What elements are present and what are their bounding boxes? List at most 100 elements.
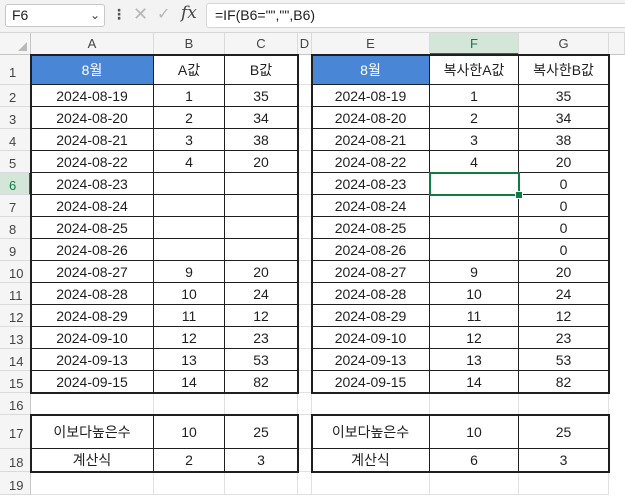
data-cell[interactable] — [154, 195, 225, 217]
cell[interactable] — [298, 85, 312, 107]
cell[interactable] — [298, 217, 312, 239]
row-header-8[interactable]: 8 — [0, 217, 31, 239]
cell[interactable] — [298, 261, 312, 283]
data-cell[interactable]: 2024-08-23 — [312, 173, 430, 195]
summary-cell-right[interactable]: 25 — [519, 415, 609, 449]
data-cell[interactable]: 2 — [430, 107, 519, 129]
summary-cell-left[interactable]: 계산식 — [31, 449, 154, 472]
cell[interactable] — [312, 472, 430, 495]
data-cell[interactable]: 2024-08-23 — [31, 173, 154, 195]
summary-cell-left[interactable]: 10 — [154, 415, 225, 449]
data-cell[interactable]: 24 — [519, 283, 609, 305]
cell[interactable] — [298, 129, 312, 151]
cell[interactable] — [519, 472, 609, 495]
cell[interactable] — [225, 393, 298, 415]
data-cell[interactable]: 2 — [154, 107, 225, 129]
data-cell[interactable]: 2024-08-27 — [31, 261, 154, 283]
row-header-10[interactable]: 10 — [0, 261, 31, 283]
data-cell[interactable]: 2024-08-29 — [312, 305, 430, 327]
cell[interactable] — [298, 239, 312, 261]
row-header-6[interactable]: 6 — [0, 173, 31, 195]
data-cell[interactable]: 2024-08-28 — [312, 283, 430, 305]
cell[interactable] — [225, 472, 298, 495]
cell[interactable] — [312, 393, 430, 415]
data-cell[interactable]: 2024-08-20 — [31, 107, 154, 129]
data-cell[interactable]: 2024-08-25 — [31, 217, 154, 239]
data-cell[interactable]: 82 — [519, 371, 609, 393]
data-cell[interactable]: 2024-08-20 — [312, 107, 430, 129]
data-cell[interactable]: 2024-08-28 — [31, 283, 154, 305]
enter-icon[interactable]: ✓ — [157, 4, 170, 24]
data-cell[interactable]: 34 — [225, 107, 298, 129]
name-box[interactable]: F6 ⌄ — [5, 4, 105, 27]
data-cell[interactable]: 13 — [430, 349, 519, 371]
cell[interactable] — [298, 305, 312, 327]
data-cell[interactable]: 20 — [519, 151, 609, 173]
row-header-19[interactable]: 19 — [0, 472, 31, 495]
data-cell[interactable]: 1 — [154, 85, 225, 107]
row-header-11[interactable]: 11 — [0, 283, 31, 305]
row-header-5[interactable]: 5 — [0, 151, 31, 173]
data-cell[interactable] — [154, 239, 225, 261]
data-cell[interactable]: 2024-08-26 — [31, 239, 154, 261]
data-cell[interactable]: 0 — [519, 173, 609, 195]
data-cell[interactable]: 10 — [430, 283, 519, 305]
row-header-13[interactable]: 13 — [0, 327, 31, 349]
data-cell[interactable]: 12 — [225, 305, 298, 327]
data-cell[interactable]: 4 — [154, 151, 225, 173]
column-header-e[interactable]: E — [312, 33, 430, 55]
row-header-12[interactable]: 12 — [0, 305, 31, 327]
data-cell[interactable]: 34 — [519, 107, 609, 129]
data-cell[interactable]: 2024-09-15 — [31, 371, 154, 393]
data-cell[interactable]: 13 — [154, 349, 225, 371]
header-cell-left[interactable]: B값 — [225, 55, 298, 85]
cell[interactable] — [298, 283, 312, 305]
data-cell[interactable]: 12 — [154, 327, 225, 349]
data-cell[interactable]: 2024-08-24 — [31, 195, 154, 217]
row-header-17[interactable]: 17 — [0, 415, 31, 449]
data-cell[interactable] — [430, 239, 519, 261]
data-cell[interactable]: 11 — [430, 305, 519, 327]
cell[interactable] — [298, 371, 312, 393]
column-header-c[interactable]: C — [225, 33, 298, 55]
row-header-18[interactable]: 18 — [0, 449, 31, 472]
cell[interactable] — [519, 393, 609, 415]
data-cell[interactable]: 2024-08-21 — [31, 129, 154, 151]
cell[interactable] — [298, 472, 312, 495]
summary-cell-right[interactable]: 계산식 — [312, 449, 430, 472]
summary-cell-left[interactable]: 이보다높은수 — [31, 415, 154, 449]
fx-icon[interactable]: fx — [181, 3, 197, 23]
header-cell-left[interactable]: 8월 — [31, 55, 154, 85]
column-header-g[interactable]: G — [519, 33, 609, 55]
data-cell[interactable] — [430, 217, 519, 239]
data-cell[interactable]: 2024-08-19 — [31, 85, 154, 107]
data-cell[interactable]: 53 — [519, 349, 609, 371]
data-cell[interactable] — [430, 173, 519, 195]
data-cell[interactable]: 12 — [519, 305, 609, 327]
column-header-a[interactable]: A — [31, 33, 154, 55]
cell[interactable] — [298, 107, 312, 129]
cell[interactable] — [298, 415, 312, 449]
data-cell[interactable]: 12 — [430, 327, 519, 349]
row-header-14[interactable]: 14 — [0, 349, 31, 371]
data-cell[interactable]: 2024-08-26 — [312, 239, 430, 261]
data-cell[interactable]: 53 — [225, 349, 298, 371]
data-cell[interactable]: 24 — [225, 283, 298, 305]
cell[interactable] — [298, 393, 312, 415]
row-header-2[interactable]: 2 — [0, 85, 31, 107]
data-cell[interactable] — [225, 239, 298, 261]
data-cell[interactable]: 4 — [430, 151, 519, 173]
data-cell[interactable]: 23 — [519, 327, 609, 349]
data-cell[interactable]: 0 — [519, 195, 609, 217]
header-cell-left[interactable]: A값 — [154, 55, 225, 85]
data-cell[interactable]: 14 — [154, 371, 225, 393]
data-cell[interactable]: 2024-08-22 — [312, 151, 430, 173]
cell[interactable] — [298, 151, 312, 173]
data-cell[interactable]: 35 — [225, 85, 298, 107]
summary-cell-left[interactable]: 3 — [225, 449, 298, 472]
data-cell[interactable]: 14 — [430, 371, 519, 393]
data-cell[interactable]: 20 — [225, 151, 298, 173]
summary-cell-right[interactable]: 6 — [430, 449, 519, 472]
data-cell[interactable] — [154, 173, 225, 195]
summary-cell-left[interactable]: 25 — [225, 415, 298, 449]
